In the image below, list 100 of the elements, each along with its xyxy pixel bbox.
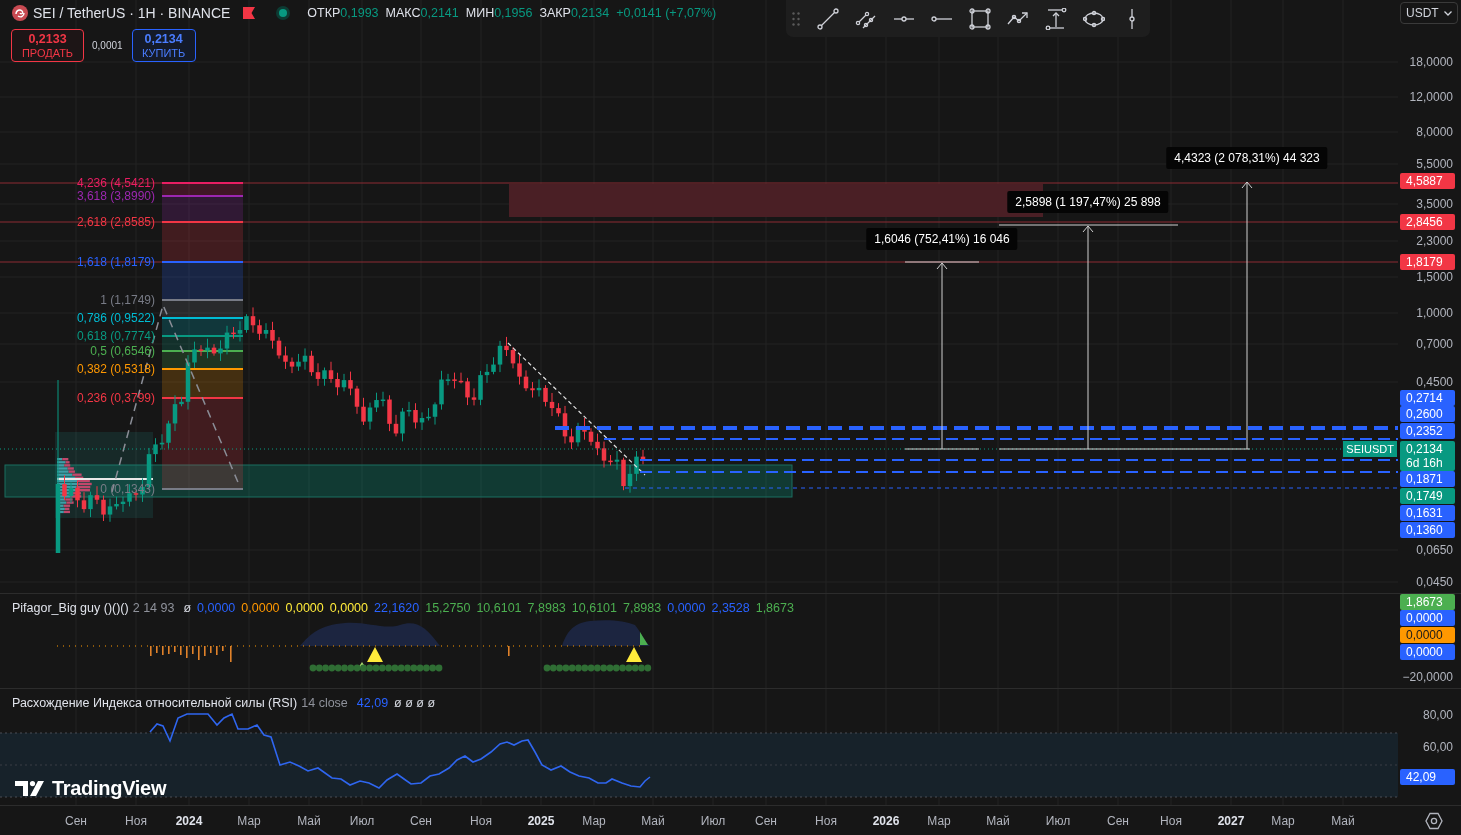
ohlc-label: ЗАКР (539, 5, 571, 20)
vertical-line-icon[interactable] (1129, 7, 1135, 30)
price-badge: 0,1631 (1400, 505, 1455, 521)
sell-button[interactable]: 0,2133 ПРОДАТЬ (11, 29, 84, 62)
time-label: Ноя (1160, 814, 1182, 828)
time-label: Июл (349, 814, 375, 828)
symbol-tag: SEIUSDT (1343, 441, 1397, 457)
indicator-value: 10,6101 (571, 601, 617, 615)
fib-level-label: 0,618 (0,7774) (76, 329, 155, 343)
time-label: Мар (582, 814, 606, 828)
time-label: Май (297, 814, 321, 828)
currency-dropdown[interactable]: USDT (1400, 2, 1458, 24)
time-label: 2026 (872, 814, 900, 828)
price-label: 0,4500 (1416, 374, 1453, 390)
price-label: 12,0000 (1409, 89, 1453, 105)
time-label: Сен (755, 814, 777, 828)
time-label: Май (641, 814, 665, 828)
time-label: Сен (1107, 814, 1129, 828)
price-label: 5,5000 (1416, 156, 1453, 172)
price-badge: 42,09 (1400, 769, 1455, 785)
price-range-label: 2,5898 (1 197,47%) 25 898 (1007, 191, 1169, 213)
time-label: Июл (1045, 814, 1071, 828)
fib-level-label: 1 (1,1749) (100, 293, 155, 307)
time-label: Мар (1271, 814, 1295, 828)
ohlc-value: 0,1956 (494, 5, 533, 20)
indicator-name: Расхождение Индекса относительной силы (RSI) (12, 696, 298, 710)
price-badge: 0,2352 (1400, 423, 1455, 439)
ohlc-value: 0,1993 (340, 5, 379, 20)
indicator-params: 14 close (301, 696, 348, 710)
indicator-value: 10,6101 (476, 601, 522, 615)
price-label: 0,7000 (1416, 336, 1453, 352)
flag-marker (640, 632, 648, 645)
trend-line-icon[interactable] (817, 7, 839, 30)
rectangle-icon[interactable] (969, 7, 991, 30)
fib-level-label: 1,618 (1,8179) (76, 255, 155, 269)
time-label: Сен (65, 814, 87, 828)
price-label: 8,0000 (1416, 124, 1453, 140)
price-badge: 1,8179 (1400, 254, 1455, 270)
time-label: Июл (700, 814, 726, 828)
indicator-value: 0,0000 (197, 601, 236, 615)
price-range-label: 1,6046 (752,41%) 16 046 (866, 228, 1018, 250)
settings-icon[interactable] (1424, 811, 1443, 830)
price-label: 3,5000 (1416, 196, 1453, 212)
fib-level-label: 0,236 (0,3799) (76, 391, 155, 405)
price-label: 1,5000 (1416, 269, 1453, 285)
indicator-value: 2,3528 (711, 601, 750, 615)
price-label: 18,0000 (1409, 54, 1453, 70)
price-label: 60,00 (1422, 739, 1453, 755)
time-label: Ноя (470, 814, 492, 828)
coin-icon (12, 4, 28, 21)
price-badge: 0,0000 (1400, 610, 1455, 626)
ohlc-label: МАКС (385, 5, 421, 20)
price-badge: 0,0000 (1400, 644, 1455, 660)
price-change: +0,0141 (+7,07%) (616, 5, 717, 20)
indicator-name: Pifagor_Big guy ()()() (12, 601, 129, 615)
price-badge: 0,0000 (1400, 627, 1455, 643)
time-label: Мар (927, 814, 951, 828)
symbol-title: SEI / TetherUS · 1H · BINANCE (33, 4, 231, 21)
logo-icon (15, 781, 45, 796)
price-range-label: 4,4323 (2 078,31%) 44 323 (1166, 147, 1328, 169)
countdown-timer: 6d 16h (1406, 456, 1444, 470)
current-price: 0,2134 (1406, 442, 1444, 456)
price-badge: 1,8673 (1400, 594, 1455, 610)
indicator-value: ø (183, 601, 192, 615)
time-label: Май (986, 814, 1010, 828)
indicator-value: 0,0000 (285, 601, 324, 615)
buy-button[interactable]: 0,2134 КУПИТЬ (131, 29, 196, 62)
indicator-value: 1,8673 (755, 601, 794, 615)
price-badge: 0,1749 (1400, 488, 1455, 504)
time-label: Ноя (815, 814, 837, 828)
indicator-value: 15,2750 (425, 601, 471, 615)
vertical-measure-icon[interactable] (1045, 7, 1067, 30)
indicator-value: 7,8983 (623, 601, 662, 615)
indicator-value: 22,1620 (374, 601, 420, 615)
price-badge: 0,1871 (1400, 471, 1455, 487)
price-label: 2,3000 (1416, 233, 1453, 249)
time-label: Мар (237, 814, 261, 828)
indicator-value: 42,09 (356, 696, 389, 710)
time-label: 2025 (527, 814, 555, 828)
indicator-params: 2 14 93 (132, 601, 175, 615)
caret-icon (1444, 10, 1452, 16)
logo-text: TradingView (52, 777, 167, 800)
price-badge: 0,2600 (1400, 406, 1455, 422)
price-label: 0,0450 (1416, 574, 1453, 590)
spread-value: 0,0001 (92, 40, 123, 51)
drag-handle-icon[interactable] (792, 11, 800, 26)
price-badge: 2,8456 (1400, 214, 1455, 230)
price-badge: 0,2714 (1400, 390, 1455, 406)
ohlc-label: ОТКР (307, 5, 341, 20)
ohlc-value: 0,2141 (420, 5, 459, 20)
price-label: 80,00 (1422, 707, 1453, 723)
time-label: Май (1331, 814, 1355, 828)
fib-level-label: 4,236 (4,5421) (76, 176, 155, 190)
price-label: 1,0000 (1416, 305, 1453, 321)
indicator-value: 0,0000 (329, 601, 368, 615)
indicator-value: 7,8983 (527, 601, 566, 615)
indicator-value: 0,0000 (241, 601, 280, 615)
flag-icon (243, 6, 256, 19)
ohlc-label: МИН (465, 5, 495, 20)
ohlc-value: 0,2134 (570, 5, 610, 20)
